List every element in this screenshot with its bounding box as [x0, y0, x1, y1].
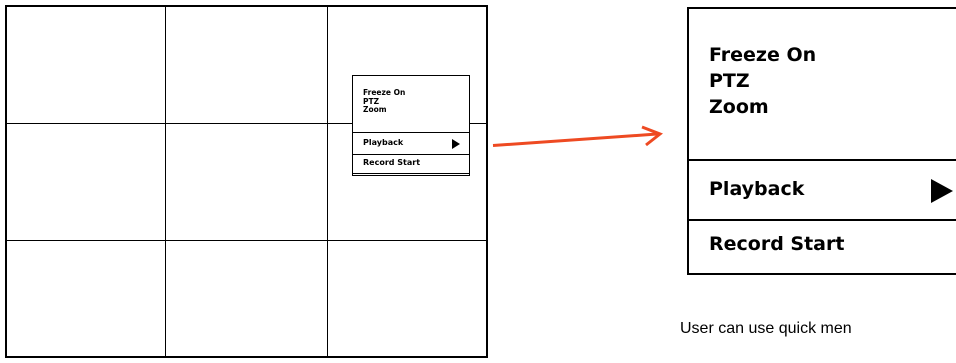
menu-divider	[353, 173, 469, 174]
menu-item-playback[interactable]: Playback	[353, 134, 468, 154]
caption-text: User can use quick men	[680, 320, 852, 337]
grid-divider	[7, 240, 486, 241]
menu-item-record-start[interactable]: Record Start	[689, 221, 956, 273]
camera-channel-9[interactable]	[329, 242, 486, 356]
grid-divider	[165, 7, 166, 356]
menu-item-freeze-on[interactable]: Freeze On	[709, 42, 816, 68]
camera-channel-4[interactable]	[7, 125, 164, 239]
quick-menu-options: Freeze On PTZ Zoom	[363, 88, 405, 115]
menu-divider	[353, 132, 469, 133]
camera-channel-8[interactable]	[167, 242, 326, 356]
grid-divider	[327, 7, 328, 356]
play-triangle-icon	[931, 179, 953, 203]
arrow-head-icon	[641, 125, 663, 147]
play-triangle-icon	[452, 139, 460, 149]
menu-item-record-start[interactable]: Record Start	[353, 156, 468, 174]
camera-channel-5[interactable]	[167, 125, 326, 239]
menu-item-record-start-label: Record Start	[363, 158, 421, 167]
camera-channel-7[interactable]	[7, 242, 164, 356]
menu-divider	[353, 154, 469, 155]
menu-item-playback-label: Playback	[709, 178, 805, 200]
menu-item-playback-label: Playback	[363, 138, 404, 147]
menu-item-playback[interactable]: Playback	[689, 161, 956, 219]
quick-menu-zoomed: Freeze On PTZ Zoom Playback Record Start	[687, 7, 956, 275]
menu-item-ptz[interactable]: PTZ	[709, 68, 816, 94]
menu-item-zoom[interactable]: Zoom	[709, 94, 816, 120]
quick-menu-popup: Freeze On PTZ Zoom Playback Record Start	[352, 75, 470, 176]
menu-item-record-start-label: Record Start	[709, 233, 845, 255]
menu-item-zoom[interactable]: Zoom	[363, 105, 405, 115]
camera-grid	[5, 5, 488, 358]
quick-menu-options: Freeze On PTZ Zoom	[709, 42, 816, 120]
arrow-right-icon	[492, 132, 659, 147]
camera-channel-2[interactable]	[167, 7, 326, 122]
camera-channel-1[interactable]	[7, 7, 164, 122]
